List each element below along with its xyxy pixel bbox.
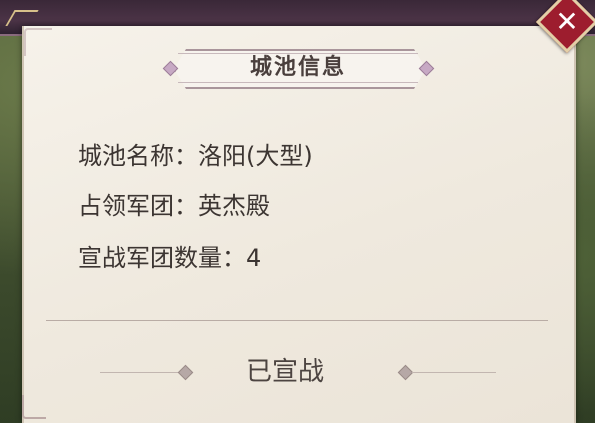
info-value: 洛阳(大型)	[198, 142, 313, 170]
corner-ornament	[22, 395, 46, 419]
divider	[46, 320, 548, 321]
info-value: 英杰殿	[198, 192, 270, 220]
info-label: 城池名称	[78, 142, 174, 170]
info-value: 4	[246, 244, 262, 272]
title-banner: 城池信息	[160, 47, 436, 89]
info-sep: ：	[222, 244, 246, 272]
dialog-title: 城池信息	[249, 55, 346, 80]
corner-ornament	[24, 28, 52, 56]
info-label: 宣战军团数量	[78, 244, 222, 272]
info-sep: ：	[174, 142, 198, 170]
info-row-war-declared-count: 宣战军团数量：4	[78, 238, 261, 273]
info-label: 占领军团	[78, 192, 174, 220]
info-row-city-name: 城池名称：洛阳(大型)	[78, 136, 313, 171]
status-declared-war: 已宣战	[245, 357, 324, 387]
info-row-occupying-legion: 占领军团：英杰殿	[78, 186, 270, 221]
status-area: 已宣战	[100, 350, 496, 394]
info-sep: ：	[174, 192, 198, 220]
